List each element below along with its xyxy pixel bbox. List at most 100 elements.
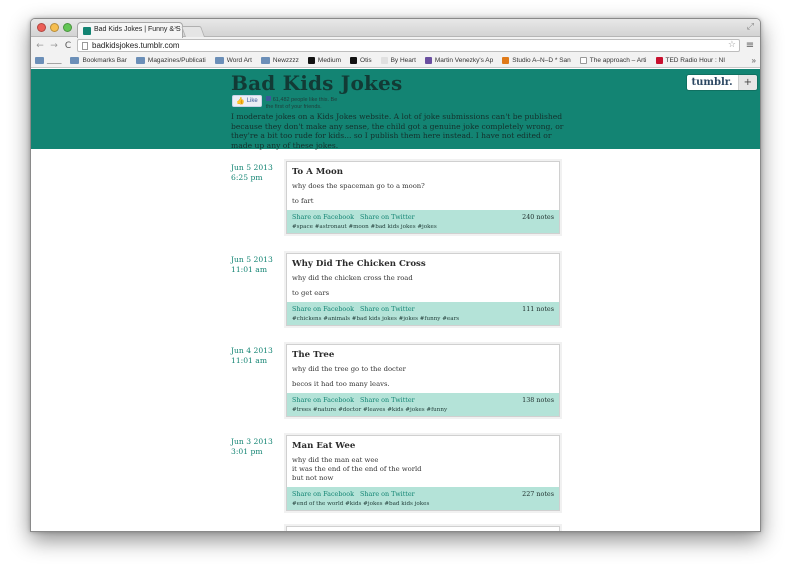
share-facebook-link[interactable]: Share on Facebook — [292, 396, 354, 404]
maximize-window-button[interactable] — [63, 23, 72, 32]
post-date-day: Jun 4 2013 — [231, 346, 273, 355]
post-tags[interactable]: #trees #nature #doctor #leaves #kids #jo… — [292, 407, 554, 413]
post-tags[interactable]: #chickens #animals #bad kids jokes #joke… — [292, 316, 554, 322]
heart-icon — [380, 57, 388, 64]
post-body: To A Moon why does the spaceman go to a m… — [287, 162, 559, 210]
page-icon — [579, 57, 587, 64]
bookmark-label: Studio A–N–D * San — [512, 57, 571, 64]
tumblr-controls: tumblr. + — [686, 75, 757, 90]
bookmark-item[interactable]: TED Radio Hour : NI — [655, 57, 726, 64]
bookmark-star-icon[interactable]: ☆ — [728, 40, 736, 50]
post-tags[interactable]: #space #astronaut #moon #bad kids jokes … — [292, 224, 554, 230]
share-twitter-link[interactable]: Share on Twitter — [360, 213, 415, 221]
post-tags[interactable]: #end of the world #kids #jokes #bad kids… — [292, 501, 554, 507]
studio-icon — [502, 57, 510, 64]
notes-count[interactable]: 138 notes — [522, 396, 554, 404]
browser-tab[interactable]: Bad Kids Jokes | Funny & S × — [77, 22, 183, 38]
bookmark-item[interactable]: Bookmarks Bar — [70, 57, 127, 64]
bookmark-label: Newzzzz — [272, 57, 299, 64]
post-body: Why Did The Chicken Cross why did the chi… — [287, 254, 559, 302]
like-count-text: 61,482 people like this. Be the first of… — [265, 96, 346, 110]
post-footer: Share on Facebook Share on Twitter 138 not… — [287, 393, 559, 416]
share-facebook-link[interactable]: Share on Facebook — [292, 213, 354, 221]
post-date[interactable]: Jun 5 2013 11:01 am — [231, 255, 281, 275]
post-date[interactable]: Jun 5 2013 6:25 pm — [231, 163, 281, 183]
tab-title: Bad Kids Jokes | Funny & S — [94, 26, 181, 33]
like-count-label: 61,482 people like this. Be the first of… — [265, 97, 338, 110]
bookmark-label: Martin Venezky's Ap — [434, 57, 494, 64]
otis-icon — [350, 57, 358, 64]
bookmark-item[interactable]: ____ — [35, 57, 61, 64]
bookmark-label: TED Radio Hour : NI — [665, 57, 726, 64]
forward-button[interactable]: → — [49, 41, 59, 51]
bookmark-item[interactable]: Magazines/Publicati — [135, 57, 206, 64]
post-actions: Share on Facebook Share on Twitter 111 not… — [292, 305, 554, 313]
tab-close-icon[interactable]: × — [174, 25, 178, 32]
facebook-like-widget: 👍 Like 61,482 people like this. Be the f… — [232, 95, 346, 110]
share-twitter-link[interactable]: Share on Twitter — [360, 305, 415, 313]
fullscreen-icon[interactable]: ⤢ — [747, 22, 754, 32]
post-title[interactable]: Why Did The Chicken Cross — [292, 259, 554, 269]
post-title[interactable]: The Tree — [292, 350, 554, 360]
post-body: Man Eat Wee why did the man eat wee it was… — [287, 436, 559, 487]
folder-icon — [35, 57, 44, 64]
blog-description: I moderate jokes on a Kids Jokes website… — [231, 112, 564, 150]
share-twitter-link[interactable]: Share on Twitter — [360, 396, 415, 404]
menu-icon[interactable]: ≡ — [744, 40, 756, 51]
share-facebook-link[interactable]: Share on Facebook — [292, 305, 354, 313]
browser-toolbar: ← → C badkidsjokes.tumblr.com ☆ ≡ — [31, 37, 760, 54]
bookmark-label: ____ — [47, 57, 62, 64]
tumblr-favicon-icon — [83, 27, 91, 35]
notes-count[interactable]: 227 notes — [522, 490, 554, 498]
post-card: Why Did The Chicken Cross why did the chi… — [286, 253, 560, 326]
facebook-like-button[interactable]: 👍 Like — [232, 95, 262, 107]
post-punchline: to get ears — [292, 289, 330, 297]
person-icon — [424, 57, 432, 64]
folder-icon — [70, 57, 80, 64]
bookmark-item[interactable]: Studio A–N–D * San — [502, 57, 571, 64]
share-twitter-link[interactable]: Share on Twitter — [360, 490, 415, 498]
post-body: The Tree why did the tree go to the docte… — [287, 345, 559, 393]
bookmark-label: Otis — [360, 57, 372, 64]
notes-count[interactable]: 111 notes — [522, 305, 554, 313]
address-bar[interactable]: badkidsjokes.tumblr.com ☆ — [77, 39, 740, 52]
new-tab-button[interactable] — [180, 26, 206, 37]
bookmark-item[interactable]: The approach – Arti — [579, 57, 647, 64]
post-text: it was the end of the end of the world — [292, 465, 422, 473]
post-footer: Share on Facebook Share on Twitter 111 not… — [287, 302, 559, 325]
folder-icon — [135, 57, 145, 64]
bookmark-item[interactable]: Medium — [307, 57, 342, 64]
ted-icon — [655, 57, 663, 64]
bookmark-label: Medium — [317, 57, 342, 64]
bookmarks-overflow-icon[interactable]: » — [752, 56, 756, 65]
post-footer: Share on Facebook Share on Twitter 240 not… — [287, 210, 559, 233]
post-title[interactable]: Man Eat Wee — [292, 441, 554, 451]
post-date[interactable]: Jun 3 2013 3:01 pm — [231, 437, 281, 457]
post-title[interactable]: To A Moon — [292, 167, 554, 177]
post-date-time: 3:01 pm — [231, 447, 263, 456]
reload-button[interactable]: C — [63, 41, 73, 51]
close-window-button[interactable] — [37, 23, 46, 32]
bookmark-item[interactable]: By Heart — [380, 57, 416, 64]
post-date-day: Jun 5 2013 — [231, 163, 273, 172]
share-facebook-link[interactable]: Share on Facebook — [292, 490, 354, 498]
post-text: why did the tree go to the docter — [292, 365, 406, 373]
back-button[interactable]: ← — [35, 41, 45, 51]
bookmark-label: By Heart — [390, 57, 416, 64]
bookmark-item[interactable]: Otis — [350, 57, 372, 64]
folder-icon — [214, 57, 224, 64]
like-label: Like — [246, 98, 258, 104]
post-date[interactable]: Jun 4 2013 11:01 am — [231, 346, 281, 366]
notes-count[interactable]: 240 notes — [522, 213, 554, 221]
bookmark-item[interactable]: Martin Venezky's Ap — [424, 57, 494, 64]
post-date-time: 11:01 am — [231, 265, 268, 274]
minimize-window-button[interactable] — [50, 23, 59, 32]
blog-title[interactable]: Bad Kids Jokes — [231, 71, 402, 95]
post-text: why does the spaceman go to a moon? — [292, 182, 425, 190]
follow-plus-button[interactable]: + — [737, 75, 757, 90]
tumblr-logo[interactable]: tumblr. — [686, 75, 738, 90]
thumbs-up-icon: 👍 — [236, 98, 245, 105]
bookmark-item[interactable]: Newzzzz — [260, 57, 299, 64]
post-card — [286, 526, 560, 531]
bookmark-item[interactable]: Word Art — [214, 57, 252, 64]
